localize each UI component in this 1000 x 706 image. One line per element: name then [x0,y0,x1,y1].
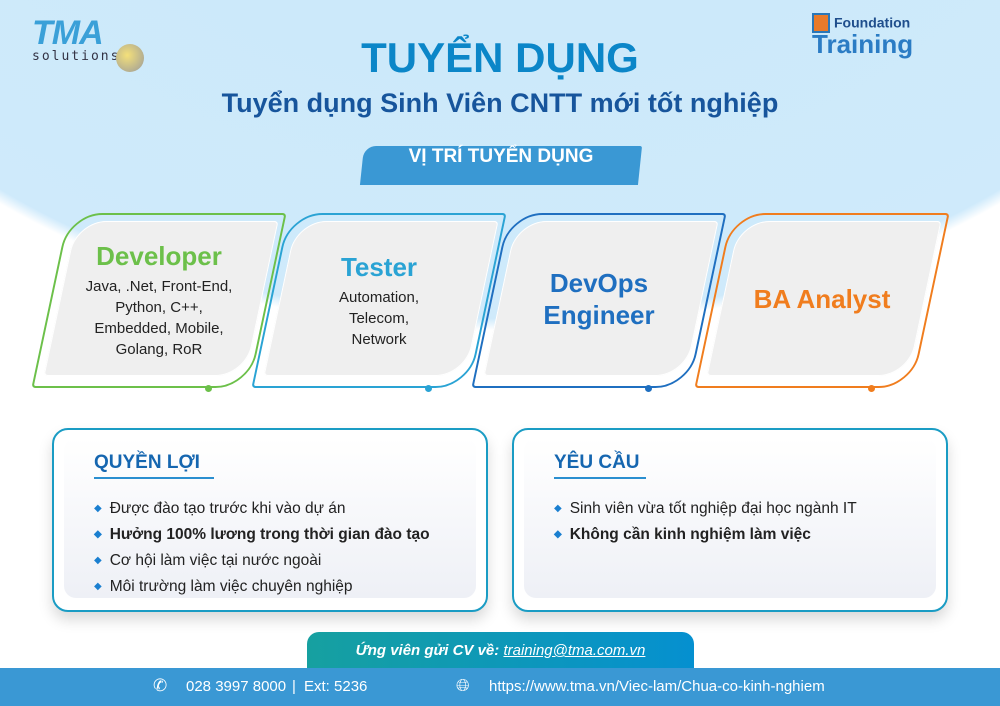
position-name: Developer [96,241,222,271]
benefit-item: ◆ Cơ hội làm việc tại nước ngoài [94,552,322,569]
card-dot [868,385,875,392]
benefit-item: ◆ Được đào tạo trước khi vào dự án [94,500,346,517]
phone-ext: Ext: 5236 [304,678,368,695]
phone-icon: ✆ [153,676,168,695]
phone-number[interactable]: 028 3997 8000 [186,678,286,695]
apply-email-link[interactable]: training@tma.com.vn [503,642,645,659]
card-dot [205,385,212,392]
page-subtitle: Tuyển dụng Sinh Viên CNTT mới tốt nghiệp [221,88,779,118]
benefit-item: ◆ Môi trường làm việc chuyên nghiệp [94,578,353,595]
positions-heading: VỊ TRÍ TUYỂN DỤNG [408,146,594,167]
apply-label: Ứng viên gửi CV về: [355,642,500,659]
position-name: Tester [340,251,418,282]
benefit-item: ◆ Hưởng 100% lương trong thời gian đào tạ… [94,526,430,543]
position-detail: Java, .Net, Front-End, Python, C++, Embedd… [85,278,233,358]
position-name: DevOps Engineer [543,267,655,330]
globe-icon: 🌐︎ [456,676,470,695]
requirement-item: ◆ Không cần kinh nghiệm làm việc [554,526,811,543]
website-link[interactable]: https://www.tma.vn/Viec-lam/Chua-co-kinh… [489,678,825,695]
page-title: TUYỂN DỤNG [361,34,639,81]
position-card: DevOps Engineer [471,213,727,392]
requirements-title: YÊU CẦU [554,452,640,473]
apply-banner: Ứng viên gửi CV về: training@tma.com.vn [307,632,694,668]
position-card: Tester Automation, Telecom, Network [251,213,507,392]
requirements-box: YÊU CẦU ◆ Sinh viên vừa tốt nghiệp đại họ… [512,428,948,612]
position-detail: Automation, Telecom, Network [338,288,420,348]
card-dot [645,385,652,392]
footer-bar: ✆ 028 3997 8000 | Ext: 5236 🌐︎ https://w… [0,668,1000,706]
footer-divider: | [292,678,296,695]
requirement-item: ◆ Sinh viên vừa tốt nghiệp đại học ngành … [554,500,857,517]
position-card: BA Analyst [694,213,950,392]
benefits-box: QUYỀN LỢI ◆ Được đào tạo trước khi vào dự… [52,428,488,612]
benefits-title: QUYỀN LỢI [94,452,200,473]
position-name: BA Analyst [753,283,891,314]
position-card: Developer Java, .Net, Front-End, Python, … [31,213,287,392]
card-dot [425,385,432,392]
